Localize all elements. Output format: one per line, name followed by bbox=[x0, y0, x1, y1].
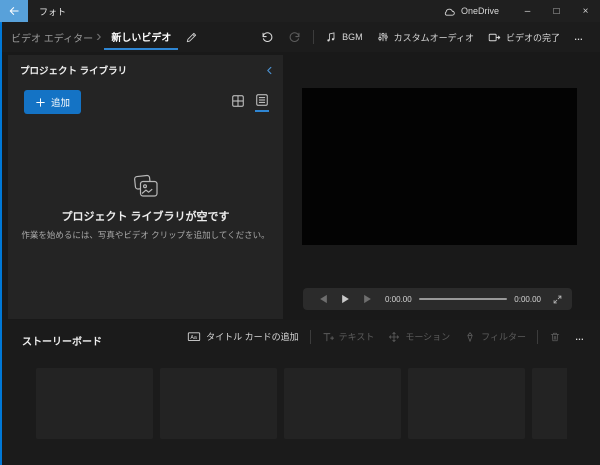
ellipsis-icon: … bbox=[574, 32, 584, 42]
storyboard-clip-placeholder bbox=[284, 368, 401, 439]
delete-button[interactable] bbox=[542, 327, 568, 347]
undo-icon bbox=[260, 30, 274, 44]
title-card-icon: Aa bbox=[187, 330, 201, 343]
command-bar: ビデオ エディター › 新しいビデオ BGM カスタムオーディオ ビデオの完了 … bbox=[2, 22, 600, 52]
custom-audio-label: カスタムオーディオ bbox=[393, 32, 474, 43]
storyboard-clip-placeholder bbox=[408, 368, 525, 439]
onedrive-button[interactable]: OneDrive bbox=[443, 6, 499, 17]
bgm-button[interactable]: BGM bbox=[318, 27, 370, 47]
ellipsis-icon: … bbox=[575, 331, 585, 342]
onedrive-label: OneDrive bbox=[460, 6, 499, 16]
breadcrumb-video-editor[interactable]: ビデオ エディター bbox=[11, 30, 93, 45]
text-label: テキスト bbox=[338, 332, 375, 342]
minimize-button[interactable]: – bbox=[513, 0, 542, 22]
custom-audio-button[interactable]: カスタムオーディオ bbox=[370, 27, 481, 48]
play-button[interactable] bbox=[334, 288, 356, 310]
toolbar-separator bbox=[537, 329, 538, 344]
undo-button[interactable] bbox=[253, 26, 281, 48]
text-button[interactable]: テキスト bbox=[315, 326, 382, 347]
finish-video-button[interactable]: ビデオの完了 bbox=[481, 27, 567, 48]
back-button[interactable] bbox=[0, 0, 28, 22]
empty-state-subtitle: 作業を始めるには、写真やビデオ クリップを追加してください。 bbox=[21, 230, 270, 240]
svg-text:Aa: Aa bbox=[191, 335, 198, 341]
photos-stack-icon bbox=[8, 173, 283, 200]
titlebar: フォト OneDrive – □ × bbox=[0, 0, 600, 22]
project-library-title: プロジェクト ライブラリ bbox=[20, 66, 128, 77]
more-options-button[interactable]: … bbox=[567, 28, 591, 46]
redo-icon bbox=[288, 30, 302, 44]
add-media-button[interactable]: 追加 bbox=[24, 90, 82, 114]
project-library-panel: プロジェクト ライブラリ 追加 プロジェクト ライブラリが空です 作業を始めるに… bbox=[8, 55, 283, 319]
fullscreen-button[interactable] bbox=[552, 294, 563, 305]
filter-icon bbox=[464, 331, 476, 343]
add-title-card-label: タイトル カードの追加 bbox=[206, 332, 299, 342]
video-preview bbox=[302, 88, 577, 245]
app-title: フォト bbox=[39, 6, 67, 17]
add-button-label: 追加 bbox=[51, 98, 71, 109]
add-title-card-button[interactable]: Aa タイトル カードの追加 bbox=[180, 326, 306, 347]
rename-pencil-button[interactable] bbox=[185, 31, 198, 44]
filter-label: フィルター bbox=[481, 332, 526, 342]
storyboard-clip-placeholder bbox=[36, 368, 153, 439]
toolbar-separator bbox=[313, 30, 315, 44]
toolbar-separator bbox=[309, 329, 311, 344]
motion-button[interactable]: モーション bbox=[381, 326, 457, 347]
bgm-label: BGM bbox=[342, 32, 363, 42]
chevron-right-icon: › bbox=[96, 28, 102, 45]
redo-button[interactable] bbox=[281, 26, 309, 48]
music-note-icon bbox=[325, 31, 337, 43]
motion-icon bbox=[388, 331, 400, 343]
seek-slider[interactable] bbox=[418, 298, 508, 300]
storyboard-section: ストーリーボード Aa タイトル カードの追加 テキスト モーション フィルター bbox=[2, 320, 600, 465]
finish-video-label: ビデオの完了 bbox=[505, 32, 560, 43]
library-empty-state: プロジェクト ライブラリが空です 作業を始めるには、写真やビデオ クリップを追加… bbox=[8, 173, 283, 241]
total-time: 0:00.00 bbox=[514, 294, 541, 304]
storyboard-title: ストーリーボード bbox=[22, 337, 102, 348]
filter-button[interactable]: フィルター bbox=[457, 326, 533, 347]
storyboard-strip bbox=[36, 368, 567, 439]
empty-state-title: プロジェクト ライブラリが空です bbox=[61, 211, 230, 223]
tab-new-video[interactable]: 新しいビデオ bbox=[104, 24, 179, 50]
motion-label: モーション bbox=[405, 332, 451, 342]
storyboard-clip-placeholder bbox=[160, 368, 277, 439]
storyboard-more-button[interactable]: … bbox=[568, 328, 592, 346]
grid-view-button[interactable] bbox=[231, 93, 245, 112]
next-frame-button[interactable] bbox=[356, 288, 378, 310]
close-button[interactable]: × bbox=[571, 0, 600, 22]
plus-icon bbox=[35, 97, 46, 108]
current-time: 0:00.00 bbox=[385, 294, 412, 304]
maximize-button[interactable]: □ bbox=[542, 0, 571, 22]
storyboard-clip-placeholder bbox=[532, 368, 567, 439]
previous-frame-button[interactable] bbox=[312, 288, 334, 310]
text-icon bbox=[322, 331, 334, 343]
window-accent-border bbox=[0, 22, 2, 465]
playback-bar: 0:00.00 0:00.00 bbox=[303, 288, 572, 310]
cloud-icon bbox=[443, 6, 456, 17]
collapse-panel-button[interactable] bbox=[264, 65, 275, 76]
detail-view-button[interactable] bbox=[255, 93, 269, 112]
export-video-icon bbox=[488, 31, 501, 44]
trash-icon bbox=[549, 331, 561, 343]
audio-mixer-icon bbox=[377, 31, 389, 43]
back-arrow-icon bbox=[8, 5, 20, 17]
